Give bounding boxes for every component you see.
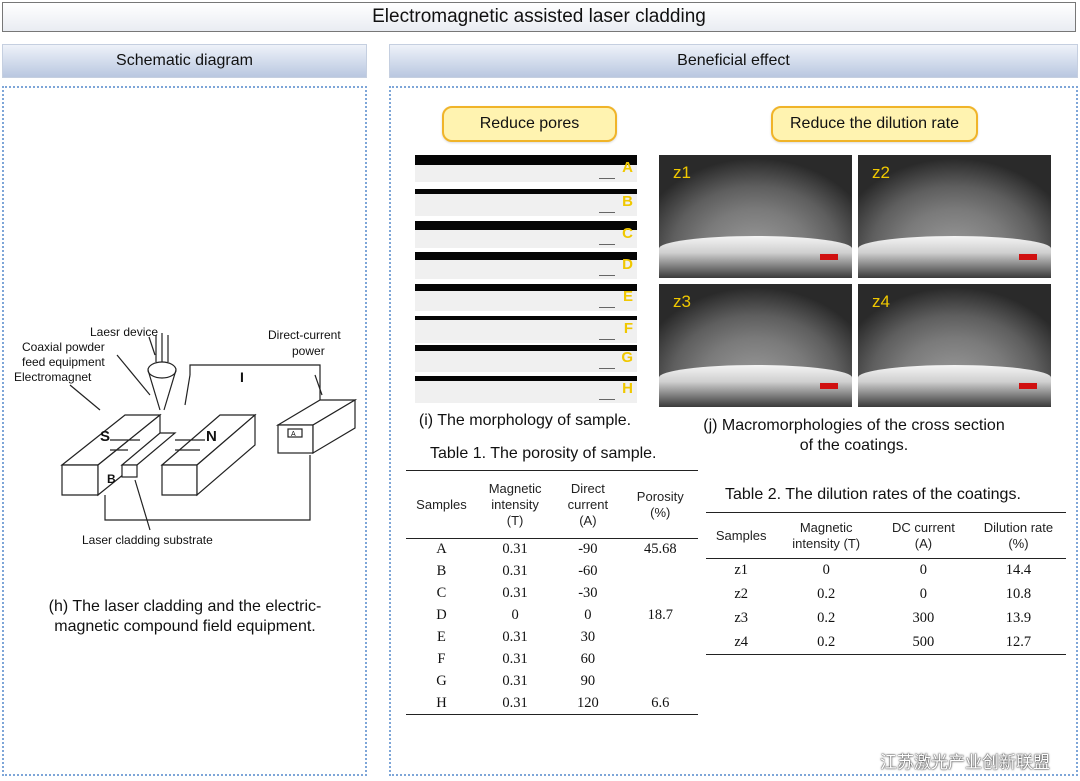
table-row: z3 0.2 300 13.9 xyxy=(734,610,1032,626)
table2-header: DC current (A) xyxy=(892,519,955,551)
reduce-dilution-badge: Reduce the dilution rate xyxy=(771,106,978,142)
macromorphology-caption: (j) Macromorphologies of the cross secti… xyxy=(703,417,1005,454)
coaxial-powder-label: Coaxial powder xyxy=(22,340,105,354)
sample-strip: A xyxy=(415,155,637,182)
table2-header: Dilution rate (%) xyxy=(983,519,1054,551)
table-row: A 0.31 -90 45.68 xyxy=(436,541,677,558)
table-row: B 0.31 -60 xyxy=(436,563,598,579)
dc-power-label-2: power xyxy=(292,344,325,358)
table2-header: Samples xyxy=(715,527,767,543)
table2: Samples Magnetic intensity (T) DC current… xyxy=(706,512,1066,655)
morphology-caption: (i) The morphology of sample. xyxy=(418,412,632,429)
table-row: z4 0.2 500 12.7 xyxy=(706,631,1066,655)
schematic-drawing: Laesr device Coaxial powder feed equipme… xyxy=(14,325,358,547)
table2-header: Magnetic intensity (T) xyxy=(792,519,861,551)
pole-n-label: N xyxy=(206,428,217,445)
substrate-label: Laser cladding substrate xyxy=(82,533,213,547)
sample-strip: D xyxy=(415,252,637,279)
pole-s-label: S xyxy=(100,428,110,445)
table1: Samples Magnetic intensity (T) Direct curre… xyxy=(406,470,698,715)
schematic-caption: (h) The laser cladding and the electric-… xyxy=(48,598,322,635)
table1-header: Porosity (%) xyxy=(636,488,684,520)
micrograph-z3: z3 xyxy=(659,284,852,407)
schematic-header: Schematic diagram xyxy=(2,44,367,78)
pole-b-label: B xyxy=(107,472,116,486)
micrograph-z2: z2 xyxy=(858,155,1051,278)
table-row: D 0 0 18.7 xyxy=(436,607,673,623)
table1-header: Direct current (A) xyxy=(567,480,609,528)
sample-strip: F xyxy=(415,316,637,343)
feed-equipment-label: feed equipment xyxy=(22,355,105,369)
table-row: z1 0 0 14.4 xyxy=(734,562,1032,579)
sample-strip: E xyxy=(415,284,637,311)
micrograph-z4: z4 xyxy=(858,284,1051,407)
electromagnet-label: Electromagnet xyxy=(14,370,92,384)
current-label: I xyxy=(240,369,244,385)
table1-header: Samples xyxy=(416,496,467,512)
sample-strip: C xyxy=(415,221,637,248)
reduce-pores-badge: Reduce pores xyxy=(442,106,617,142)
sample-strip: H xyxy=(415,376,637,403)
table-row: G 0.31 90 xyxy=(436,673,596,689)
dc-power-label-1: Direct-current xyxy=(268,328,341,342)
micrograph-z1: z1 xyxy=(659,155,852,278)
table-row: E 0.31 30 xyxy=(437,629,596,645)
beneficial-effect-header: Beneficial effect xyxy=(389,44,1078,78)
sample-strip: B xyxy=(415,189,637,216)
table-row: C 0.31 -30 xyxy=(436,585,598,601)
panel-a-label: A xyxy=(291,431,296,438)
table-row: H 0.31 120 6.6 xyxy=(406,693,698,715)
table1-header: Magnetic intensity (T) xyxy=(488,480,542,528)
table-row: z2 0.2 0 10.8 xyxy=(734,586,1032,602)
table1-title: Table 1. The porosity of sample. xyxy=(430,445,657,462)
page-title: Electromagnetic assisted laser cladding xyxy=(2,2,1076,32)
table2-title: Table 2. The dilution rates of the coati… xyxy=(725,486,1021,503)
sample-strip: G xyxy=(415,345,637,372)
watermark: 江苏激光产业创新联盟 xyxy=(880,753,1050,772)
table-row: F 0.31 60 xyxy=(437,651,596,667)
laser-device-label: Laesr device xyxy=(90,325,158,339)
